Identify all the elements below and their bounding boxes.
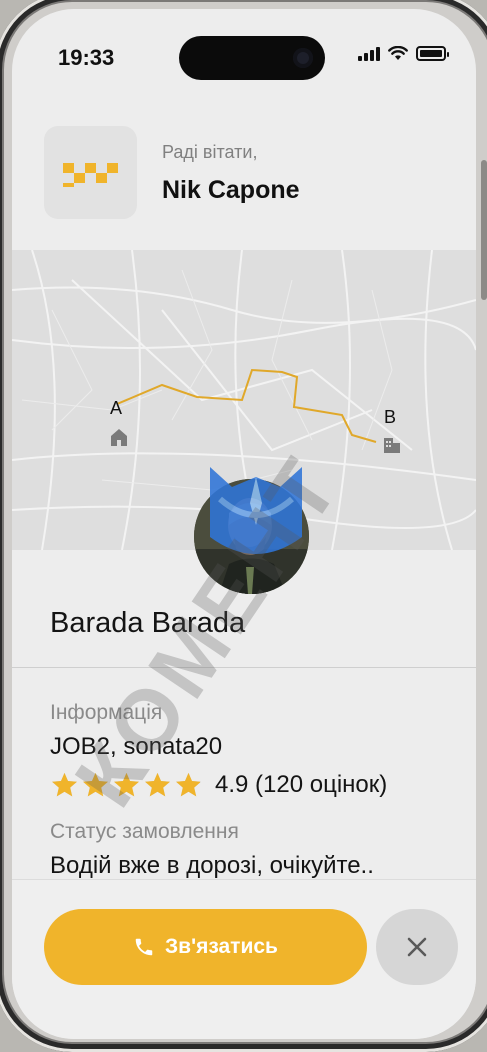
user-name: Nik Capone — [162, 176, 300, 204]
start-point-label: A — [110, 398, 122, 418]
home-icon — [111, 429, 127, 446]
camera-icon — [293, 48, 313, 68]
taxi-checker-icon — [63, 163, 118, 187]
app-screen: 19:33 Раді вітати, Nik Capone A B Barada… — [12, 9, 476, 1039]
battery-icon — [416, 45, 449, 61]
order-status-value: Водій вже в дорозі, очікуйте.. — [50, 852, 374, 879]
status-icons — [358, 45, 449, 61]
taxi-logo — [44, 126, 137, 219]
status-time: 19:33 — [58, 45, 115, 70]
header: Раді вітати, Nik Capone — [44, 126, 456, 219]
order-status-label: Статус замовлення — [50, 820, 239, 843]
phone-side-button — [481, 160, 487, 300]
close-button[interactable] — [376, 909, 458, 985]
star-icon — [176, 772, 201, 796]
close-icon — [407, 937, 427, 957]
cellular-signal-icon — [358, 45, 380, 61]
wifi-icon — [388, 45, 408, 60]
dynamic-island — [179, 36, 325, 80]
bottom-action-bar: Зв'язатись — [12, 879, 476, 1039]
status-bar: 19:33 — [12, 9, 476, 104]
contact-button-label: Зв'язатись — [165, 935, 278, 958]
greeting-text: Раді вітати, — [162, 142, 258, 162]
phone-icon — [135, 938, 153, 956]
rating-text: 4.9 (120 оцінок) — [215, 771, 388, 798]
contact-driver-button[interactable]: Зв'язатись — [44, 909, 367, 985]
